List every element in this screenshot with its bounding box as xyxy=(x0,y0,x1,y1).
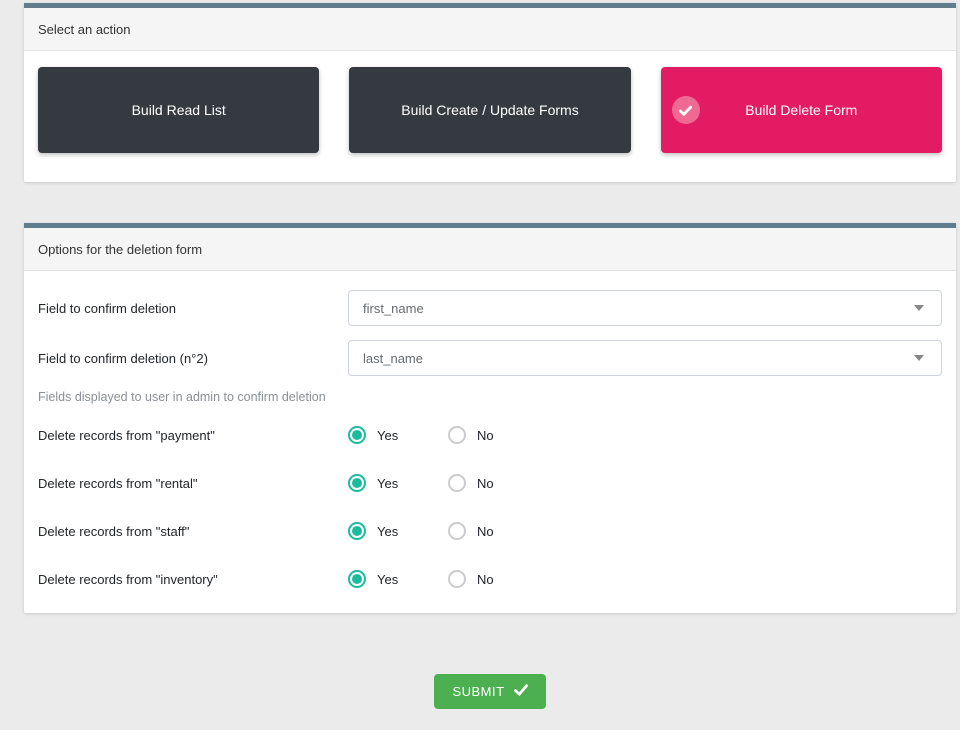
submit-label: SUBMIT xyxy=(452,684,504,699)
confirm-field-2-row: Field to confirm deletion (n°2) last_nam… xyxy=(38,340,942,376)
submit-row: SUBMIT xyxy=(24,674,956,709)
radio-unselected-icon xyxy=(448,426,466,444)
build-read-list-button[interactable]: Build Read List xyxy=(38,67,319,153)
delete-rental-yes-radio[interactable]: Yes xyxy=(348,474,448,492)
confirm-field-2-label: Field to confirm deletion (n°2) xyxy=(38,351,348,366)
delete-inventory-no-radio[interactable]: No xyxy=(448,570,548,588)
build-delete-form-label: Build Delete Form xyxy=(745,102,857,118)
delete-staff-label: Delete records from "staff" xyxy=(38,524,348,539)
delete-payment-radio-group: Yes No xyxy=(348,426,942,444)
confirm-field-2-select[interactable]: last_name xyxy=(348,340,942,376)
build-delete-form-button[interactable]: Build Delete Form xyxy=(661,67,942,153)
delete-rental-radio-group: Yes No xyxy=(348,474,942,492)
submit-button[interactable]: SUBMIT xyxy=(434,674,545,709)
delete-staff-yes-radio[interactable]: Yes xyxy=(348,522,448,540)
chevron-down-icon xyxy=(914,305,924,311)
confirm-field-value: first_name xyxy=(363,301,424,316)
selected-check-icon xyxy=(672,96,700,124)
deletion-options-panel: Options for the deletion form Field to c… xyxy=(24,223,956,613)
delete-rental-row: Delete records from "rental" Yes No xyxy=(38,468,942,498)
delete-inventory-yes-radio[interactable]: Yes xyxy=(348,570,448,588)
radio-no-label: No xyxy=(477,476,494,491)
delete-payment-yes-radio[interactable]: Yes xyxy=(348,426,448,444)
radio-no-label: No xyxy=(477,572,494,587)
radio-no-label: No xyxy=(477,428,494,443)
confirm-field-select[interactable]: first_name xyxy=(348,290,942,326)
delete-staff-radio-group: Yes No xyxy=(348,522,942,540)
radio-selected-icon xyxy=(348,474,366,492)
delete-payment-row: Delete records from "payment" Yes No xyxy=(38,420,942,450)
action-panel-title: Select an action xyxy=(38,22,131,37)
delete-rental-label: Delete records from "rental" xyxy=(38,476,348,491)
options-panel-header: Options for the deletion form xyxy=(24,228,956,271)
delete-payment-no-radio[interactable]: No xyxy=(448,426,548,444)
confirm-field-2-value: last_name xyxy=(363,351,423,366)
options-panel-title: Options for the deletion form xyxy=(38,242,202,257)
delete-payment-label: Delete records from "payment" xyxy=(38,428,348,443)
delete-staff-no-radio[interactable]: No xyxy=(448,522,548,540)
delete-staff-row: Delete records from "staff" Yes No xyxy=(38,516,942,546)
build-create-update-forms-button[interactable]: Build Create / Update Forms xyxy=(349,67,630,153)
action-buttons-container: Build Read List Build Create / Update Fo… xyxy=(24,51,956,182)
radio-yes-label: Yes xyxy=(377,476,398,491)
chevron-down-icon xyxy=(914,355,924,361)
radio-unselected-icon xyxy=(448,570,466,588)
action-panel-header: Select an action xyxy=(24,8,956,51)
delete-rental-no-radio[interactable]: No xyxy=(448,474,548,492)
helper-text: Fields displayed to user in admin to con… xyxy=(38,390,942,404)
build-read-list-label: Build Read List xyxy=(132,102,226,118)
options-form: Field to confirm deletion first_name Fie… xyxy=(24,271,956,613)
radio-no-label: No xyxy=(477,524,494,539)
radio-unselected-icon xyxy=(448,474,466,492)
build-create-update-forms-label: Build Create / Update Forms xyxy=(401,102,578,118)
confirm-field-label: Field to confirm deletion xyxy=(38,301,348,316)
delete-inventory-row: Delete records from "inventory" Yes No xyxy=(38,564,942,594)
radio-yes-label: Yes xyxy=(377,524,398,539)
radio-selected-icon xyxy=(348,426,366,444)
delete-inventory-radio-group: Yes No xyxy=(348,570,942,588)
action-panel: Select an action Build Read List Build C… xyxy=(24,3,956,182)
check-icon xyxy=(514,684,528,699)
radio-yes-label: Yes xyxy=(377,428,398,443)
radio-selected-icon xyxy=(348,570,366,588)
radio-unselected-icon xyxy=(448,522,466,540)
radio-selected-icon xyxy=(348,522,366,540)
delete-inventory-label: Delete records from "inventory" xyxy=(38,572,348,587)
radio-yes-label: Yes xyxy=(377,572,398,587)
confirm-field-row: Field to confirm deletion first_name xyxy=(38,290,942,326)
